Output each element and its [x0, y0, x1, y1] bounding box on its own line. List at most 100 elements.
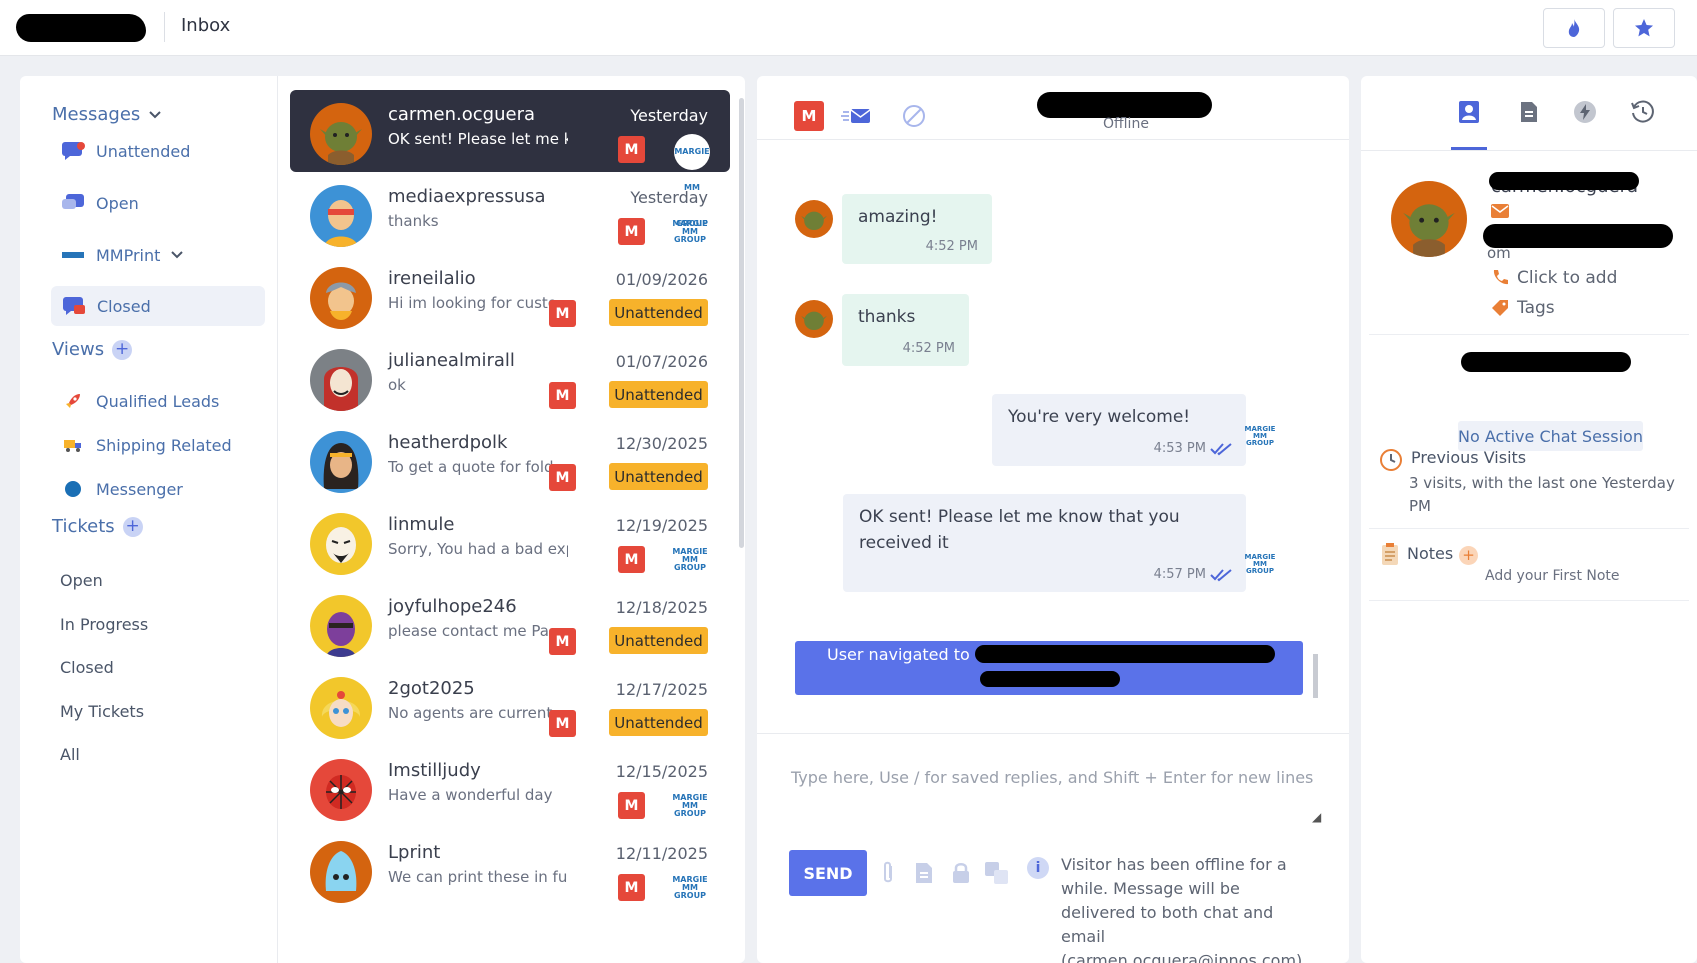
tab-activity[interactable]	[1567, 94, 1603, 130]
messages-label: Messages	[52, 104, 141, 125]
message-time-text: 4:52 PM	[902, 341, 955, 356]
conversation-row-selected[interactable]: carmen.ocguera Yesterday OK sent! Please…	[290, 90, 730, 228]
add-ticket-button[interactable]: +	[122, 516, 143, 537]
conversation-name: joyfulhope246	[388, 596, 517, 617]
add-note-link[interactable]: Add your First Note	[1485, 568, 1620, 584]
history-icon	[1631, 100, 1654, 123]
lightning-icon	[1574, 101, 1596, 123]
message-time-text: 4:52 PM	[925, 239, 978, 254]
add-view-button[interactable]: +	[112, 339, 133, 360]
visitor-details-panel: carmen.ocguera om Click to add Tags No A…	[1361, 76, 1697, 963]
conversation-name: ireneilalio	[388, 268, 476, 289]
chat-scrollbar[interactable]	[1313, 654, 1318, 698]
sidebar-item-label: Qualified Leads	[96, 391, 220, 411]
conversation-row[interactable]: joyfulhope246 12/18/2025 please contact …	[290, 582, 730, 664]
details-tabs	[1361, 76, 1697, 151]
sidebar-item-mmprint[interactable]: MMPrint	[60, 235, 184, 275]
conversation-preview: Have a wonderful day	[388, 786, 553, 804]
messages-section[interactable]: Messages	[52, 104, 162, 125]
conversation-time: 12/15/2025	[615, 762, 708, 781]
conversation-preview: No agents are current	[388, 704, 553, 722]
sidebar-item-open[interactable]: Open	[60, 183, 139, 223]
agent-logo-icon: MARGIE MM GROUP	[672, 547, 708, 572]
message-bubble-outgoing: OK sent! Please let me know that you rec…	[843, 494, 1246, 592]
conversation-time: 01/09/2026	[615, 270, 708, 289]
avatar	[310, 595, 372, 657]
sidebar-item-tickets-in-progress[interactable]: In Progress	[60, 604, 148, 644]
avatar	[310, 677, 372, 739]
sidebar-item-unattended[interactable]: Unattended	[60, 131, 190, 171]
info-icon: i	[1027, 857, 1049, 879]
email-row	[1491, 204, 1509, 218]
previous-visits-text: 3 visits, with the last one Yesterday PM	[1409, 474, 1675, 515]
channel-badge: M	[618, 546, 645, 573]
channel-badge: M	[618, 874, 645, 901]
tab-contact[interactable]	[1451, 94, 1487, 130]
sidebar-item-messenger[interactable]: Messenger	[60, 469, 183, 509]
sidebar-item-shipping-related[interactable]: Shipping Related	[60, 425, 232, 465]
email-icon	[1491, 204, 1509, 218]
flame-button[interactable]	[1543, 8, 1605, 48]
conversation-row[interactable]: julianealmirall 01/07/2026 ok M Unattend…	[290, 336, 730, 418]
conversation-row[interactable]: Lprint 12/11/2025 We can print these in …	[290, 828, 730, 910]
conversation-row[interactable]: 2got2025 12/17/2025 No agents are curren…	[290, 664, 730, 746]
conversation-row[interactable]: Imstilljudy 12/15/2025 Have a wonderful …	[290, 746, 730, 828]
chat-panel: M Offline amazing! 4:52 PM thanks 4:52 P…	[757, 76, 1349, 963]
tab-history[interactable]	[1625, 94, 1661, 130]
sidebar-item-label: Open	[60, 570, 103, 590]
sidebar-item-my-tickets[interactable]: My Tickets	[60, 691, 144, 731]
conversation-preview: Sorry, You had a bad experie	[388, 540, 568, 558]
star-button[interactable]	[1613, 8, 1675, 48]
message-bubble-incoming: thanks 4:52 PM	[842, 294, 969, 366]
views-label: Views	[52, 339, 105, 360]
phone-row[interactable]: Click to add	[1491, 268, 1617, 288]
resize-handle-icon[interactable]: ◢	[1312, 810, 1321, 824]
header-divider	[164, 12, 165, 42]
conversation-row[interactable]: ireneilalio 01/09/2026 Hi im looking for…	[290, 254, 730, 336]
message-input[interactable]: Type here, Use / for saved replies, and …	[791, 768, 1313, 787]
section-divider	[1369, 334, 1689, 335]
sidebar-item-closed[interactable]: Closed	[51, 286, 265, 326]
tags-row[interactable]: Tags	[1491, 298, 1555, 318]
section-divider	[1369, 528, 1689, 529]
channel-badge: M	[618, 218, 645, 245]
sidebar-item-label: MMPrint	[96, 245, 161, 265]
list-scrollbar[interactable]	[739, 98, 744, 548]
sidebar-item-qualified-leads[interactable]: Qualified Leads	[60, 381, 219, 421]
avatar	[310, 349, 372, 411]
message-text: amazing!	[858, 207, 938, 227]
messenger-dot-icon	[60, 478, 86, 500]
sidebar-item-tickets-closed[interactable]: Closed	[60, 647, 114, 687]
paperclip-icon	[884, 861, 892, 883]
conversation-name: carmen.ocguera	[388, 104, 535, 125]
status-badge: Unattended	[609, 709, 708, 736]
message-time: 4:52 PM	[903, 341, 955, 356]
avatar	[795, 200, 833, 238]
visitor-status: Offline	[1103, 116, 1149, 132]
attach-button[interactable]	[875, 858, 901, 888]
redacted-url	[980, 671, 1120, 687]
conversation-preview: please contact me Pa	[388, 622, 549, 640]
sidebar-item-tickets-open[interactable]: Open	[60, 560, 103, 600]
message-time: 4:52 PM	[926, 239, 978, 254]
saved-replies-button[interactable]	[911, 858, 937, 888]
send-button[interactable]: SEND	[789, 850, 867, 896]
translate-button[interactable]	[984, 858, 1010, 888]
email-transcript-button[interactable]	[840, 100, 872, 132]
add-note-button[interactable]: +	[1459, 546, 1478, 565]
sidebar-item-all-tickets[interactable]: All	[60, 734, 80, 774]
avatar	[310, 431, 372, 493]
phone-icon	[1493, 270, 1508, 285]
block-icon	[903, 105, 925, 127]
conversation-row[interactable]: heatherdpolk 12/30/2025 To get a quote f…	[290, 418, 730, 500]
block-button[interactable]	[898, 100, 930, 132]
private-note-button[interactable]	[948, 858, 974, 888]
channel-badge[interactable]: M	[794, 101, 824, 131]
message-time-text: 4:53 PM	[1153, 441, 1206, 456]
conversation-row[interactable]: mediaexpressusa Yesterday thanks M MARGI…	[290, 172, 730, 254]
agent-logo-icon: MARGIE MM GROUP	[1244, 553, 1276, 575]
tab-notes[interactable]	[1511, 94, 1547, 130]
status-badge: Unattended	[609, 299, 708, 326]
conversation-row[interactable]: linmule 12/19/2025 Sorry, You had a bad …	[290, 500, 730, 582]
redacted-location	[1461, 352, 1631, 372]
